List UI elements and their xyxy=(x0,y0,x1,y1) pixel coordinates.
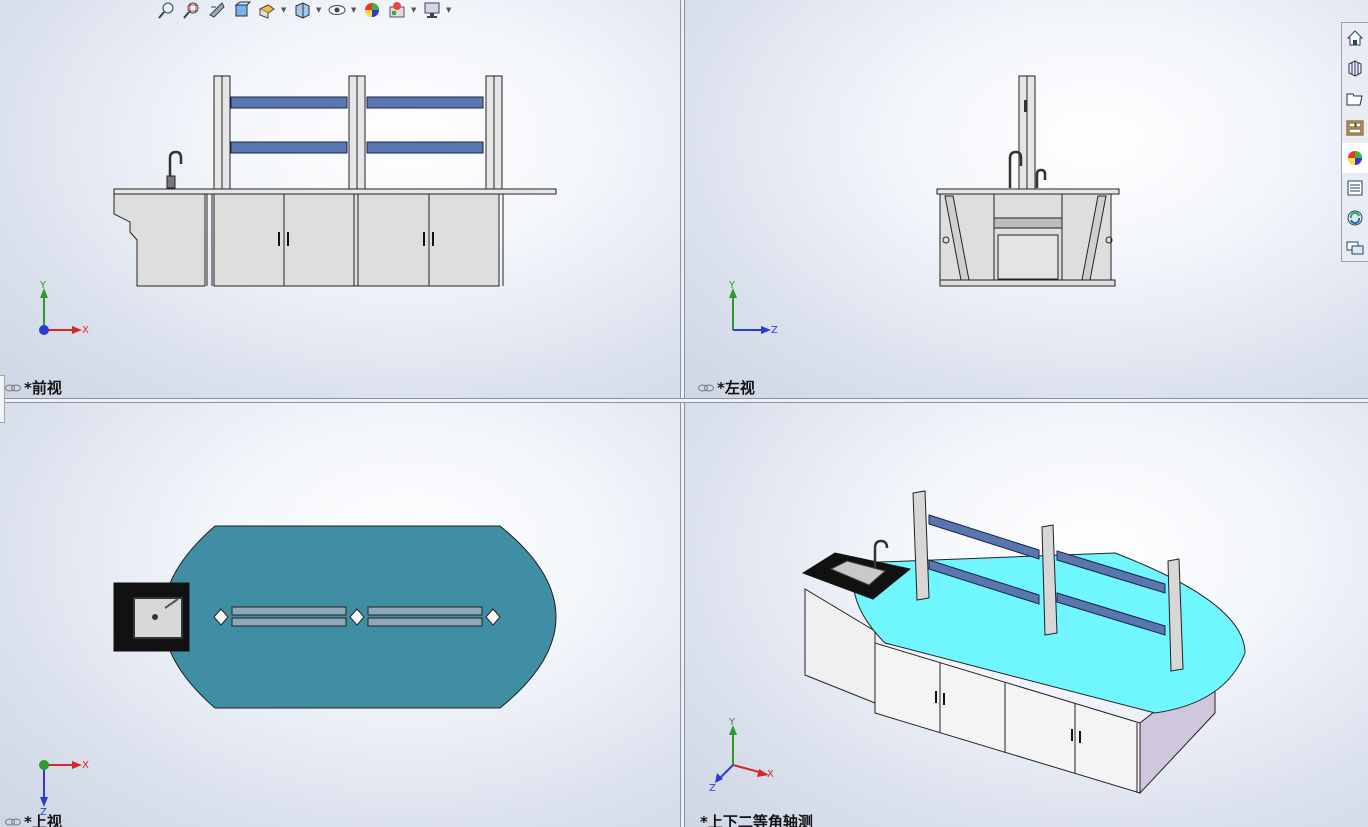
hide-show-items-icon[interactable] xyxy=(326,0,348,20)
view-label-front: *前视 xyxy=(5,377,62,398)
axis-triad-left: Y Z xyxy=(728,280,778,336)
viewport-left[interactable]: Y Z *左视 xyxy=(685,0,1368,398)
appearances-scenes-icon[interactable] xyxy=(1342,143,1368,173)
custom-properties-icon[interactable] xyxy=(1342,173,1368,203)
faucet-short xyxy=(1035,168,1047,188)
feedback-icon[interactable] xyxy=(1342,233,1368,263)
axis-triad-top: X Z xyxy=(39,760,89,818)
shelf-plan-1 xyxy=(231,606,347,616)
solidworks-forum-icon[interactable] xyxy=(1342,203,1368,233)
apply-scene-icon[interactable] xyxy=(386,0,408,20)
shelf-upper-right xyxy=(366,96,484,109)
zoom-to-fit-icon[interactable] xyxy=(156,0,178,20)
worktop xyxy=(113,188,557,195)
svg-text:Y: Y xyxy=(728,717,736,728)
sink-cabinet xyxy=(113,193,206,287)
view-label-left: *左视 xyxy=(698,377,755,398)
display-style-icon[interactable] xyxy=(291,0,313,20)
svg-text:X: X xyxy=(767,769,774,780)
svg-text:Z: Z xyxy=(771,325,778,336)
top-view-model: X Z xyxy=(39,525,557,818)
view-orientation-dropdown-icon[interactable]: ▼ xyxy=(281,6,288,14)
section-view-icon[interactable] xyxy=(231,0,253,20)
design-library-icon[interactable] xyxy=(1342,53,1368,83)
front-view-model: Y X xyxy=(39,75,557,336)
cabinet-block xyxy=(213,193,500,287)
axis-triad-iso: Y X Z xyxy=(709,717,774,794)
view-settings-icon[interactable] xyxy=(421,0,443,20)
viewport-top[interactable]: X Z *上视 xyxy=(0,403,680,827)
zoom-to-area-icon[interactable] xyxy=(181,0,203,20)
shelf-upper-left xyxy=(230,96,348,109)
iso-upright-right xyxy=(1167,558,1184,672)
shelf-plan-4 xyxy=(367,617,483,627)
viewport-splitter-horizontal[interactable] xyxy=(0,398,1368,403)
view-palette-icon[interactable] xyxy=(1342,113,1368,143)
viewport-isometric[interactable]: Y X Z *上下二等角轴测 xyxy=(685,403,1368,827)
shelf-plan-3 xyxy=(367,606,483,616)
view-label-top: *上视 xyxy=(5,811,62,827)
svg-text:X: X xyxy=(82,325,89,336)
display-style-dropdown-icon[interactable]: ▼ xyxy=(316,6,323,14)
left-view-model: Y Z xyxy=(728,75,1120,336)
task-pane-tabs xyxy=(1341,22,1368,262)
hide-show-dropdown-icon[interactable]: ▼ xyxy=(351,6,358,14)
view-settings-dropdown-icon[interactable]: ▼ xyxy=(446,6,453,14)
apply-scene-dropdown-icon[interactable]: ▼ xyxy=(411,6,418,14)
file-explorer-icon[interactable] xyxy=(1342,83,1368,113)
svg-text:X: X xyxy=(82,760,89,771)
viewport-front[interactable]: Y X *前视 xyxy=(0,0,680,398)
svg-text:Y: Y xyxy=(39,280,47,291)
svg-text:Z: Z xyxy=(709,783,716,794)
viewport-splitter-vertical[interactable] xyxy=(680,0,685,827)
shelf-lower-right xyxy=(366,141,484,154)
previous-view-icon[interactable] xyxy=(206,0,228,20)
panel-collapse-handle[interactable] xyxy=(0,375,5,423)
link-icon xyxy=(5,384,21,391)
solidworks-resources-icon[interactable] xyxy=(1342,23,1368,53)
shelf-plan-2 xyxy=(231,617,347,627)
axis-triad-front: Y X xyxy=(39,280,89,336)
link-icon xyxy=(5,818,21,825)
iso-upright-middle xyxy=(1041,524,1058,636)
link-icon xyxy=(698,384,714,391)
heads-up-view-toolbar: ▼ ▼ ▼ ▼ ▼ xyxy=(156,0,453,20)
iso-shelf-1 xyxy=(928,514,1040,560)
view-orientation-icon[interactable] xyxy=(256,0,278,20)
view-label-isometric: *上下二等角轴测 xyxy=(700,813,813,827)
shelf-lower-left xyxy=(230,141,348,154)
svg-text:Y: Y xyxy=(728,280,736,291)
edit-appearance-icon[interactable] xyxy=(361,0,383,20)
isometric-view-model: Y X Z xyxy=(709,490,1246,795)
worktop-side xyxy=(936,188,1120,195)
